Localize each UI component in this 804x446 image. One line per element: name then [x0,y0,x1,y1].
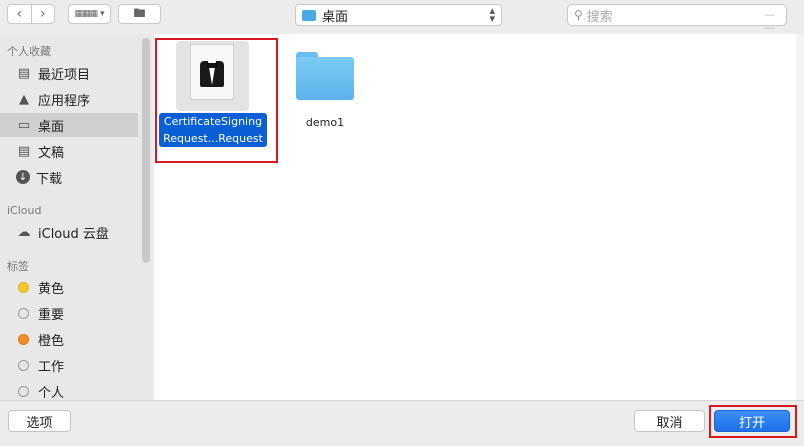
highlight-box-file [155,38,278,163]
sidebar-tag-yellow[interactable]: 黄色 [0,275,138,299]
search-placeholder: 搜索 [586,9,613,25]
sidebar-item-label: 桌面 [38,119,65,135]
new-folder-button[interactable]: 🖿 [118,4,161,24]
file-name-demo1: demo1 [305,116,345,129]
toolbar: ‹ › ▦▦▦ ▾ 🖿 桌面 ▴ ▾ ⚲ 搜索 — — [0,0,804,34]
sidebar-item-label: 个人 [38,385,65,401]
sidebar-item-label: 工作 [38,359,65,375]
updown-chevron-icon: ▴ ▾ [489,4,495,25]
nav-buttons: ‹ › [7,4,55,24]
location-popup[interactable]: 桌面 ▴ ▾ [295,4,502,26]
cancel-button[interactable]: 取消 [634,410,705,432]
yellow-tag-dot-icon [18,281,29,293]
applications-icon: ▲ [19,91,29,107]
window-edge [796,34,804,400]
chevron-left-icon: ‹ [16,6,23,22]
recents-icon: ▤ [17,65,31,81]
sidebar-item-label: 最近项目 [38,67,91,83]
tags-header: 标签 [7,260,29,273]
sidebar-item-downloads[interactable]: ↓ 下载 [0,165,138,189]
chevron-down-icon: ▾ [99,9,105,19]
favorites-header: 个人收藏 [7,45,51,58]
sidebar-item-label: 下载 [36,171,63,187]
sidebar-tag-work[interactable]: 工作 [0,353,138,377]
gray-tag-dot-icon [18,359,29,371]
back-button[interactable]: ‹ [8,6,31,22]
gray-tag-dot-icon [18,385,29,397]
sidebar: 个人收藏 ▤ 最近项目 ▲ 应用程序 ▭ 桌面 ▤ 文稿 ↓ 下载 iCloud… [0,34,152,400]
view-options-button[interactable]: ▦▦▦ ▾ [68,4,111,24]
search-input[interactable]: ⚲ 搜索 — — [567,4,787,34]
sidebar-item-desktop[interactable]: ▭ 桌面 [0,113,138,137]
sidebar-item-applications[interactable]: ▲ 应用程序 [0,87,138,111]
icloud-header: iCloud [7,204,42,217]
location-label: 桌面 [322,9,349,25]
new-folder-icon: 🖿 [133,5,146,20]
highlight-box-open [709,405,797,438]
sidebar-item-label: 应用程序 [38,93,91,109]
sidebar-item-documents[interactable]: ▤ 文稿 [0,139,138,163]
search-icon: ⚲ [574,8,583,22]
cloud-icon: ☁ [17,224,31,240]
search-menu-icon[interactable]: — — [764,8,776,34]
sidebar-tag-orange[interactable]: 橙色 [0,327,138,351]
desktop-icon: ▭ [17,117,31,133]
folder-icon [302,9,316,21]
grid-view-icon: ▦▦▦ [74,9,97,19]
documents-icon: ▤ [17,143,31,159]
bottom-bar: 选项 取消 打开 [0,400,804,446]
orange-tag-dot-icon [18,333,29,345]
options-button[interactable]: 选项 [8,410,71,432]
file-item-demo1[interactable] [296,52,354,100]
sidebar-item-label: 重要 [38,307,65,323]
sidebar-item-label: iCloud 云盘 [38,226,109,242]
gray-tag-dot-icon [18,307,29,319]
sidebar-item-recents[interactable]: ▤ 最近项目 [0,61,138,85]
downloads-icon: ↓ [16,170,30,184]
chevron-right-icon: › [39,6,46,22]
sidebar-item-label: 黄色 [38,281,65,297]
sidebar-item-label: 橙色 [38,333,65,349]
sidebar-scrollbar[interactable] [142,38,150,263]
sidebar-item-label: 文稿 [38,145,65,161]
sidebar-item-icloud-drive[interactable]: ☁ iCloud 云盘 [0,220,138,244]
sidebar-tag-personal[interactable]: 个人 [0,379,138,400]
sidebar-tag-important[interactable]: 重要 [0,301,138,325]
forward-button[interactable]: › [32,6,55,22]
